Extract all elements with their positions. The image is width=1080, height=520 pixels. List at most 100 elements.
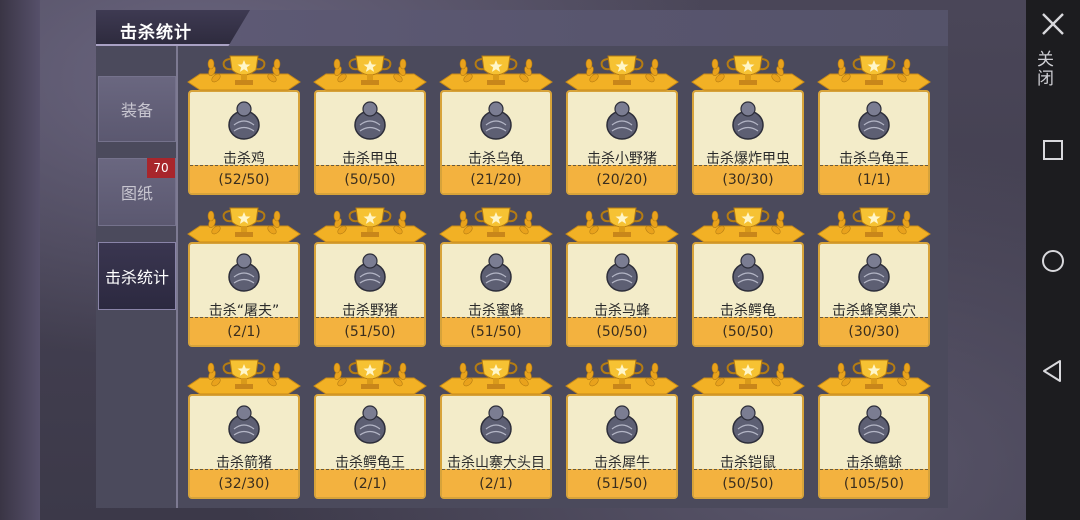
kill-stat-card: 击杀乌龟 (21/20) xyxy=(438,52,554,198)
card-progress: (2/1) xyxy=(442,469,550,497)
kill-stat-card: 击杀蟾蜍 (105/50) xyxy=(816,356,932,502)
back-button[interactable] xyxy=(1026,358,1080,384)
card-progress: (2/1) xyxy=(316,469,424,497)
card-progress: (30/30) xyxy=(820,317,928,345)
trophy-icon xyxy=(817,207,931,243)
trophy-banner xyxy=(816,356,932,400)
sidebar-tab-kill-stats[interactable]: 击杀统计 xyxy=(98,242,176,310)
hive-icon xyxy=(850,249,898,297)
card-body: 击杀山寨大头目 (2/1) xyxy=(440,394,552,499)
toad-icon xyxy=(850,401,898,449)
trophy-banner xyxy=(186,356,302,400)
butcher-icon xyxy=(220,249,268,297)
trophy-icon xyxy=(439,359,553,395)
card-body: 击杀马蜂 (50/50) xyxy=(566,242,678,347)
card-body: 击杀野猪 (51/50) xyxy=(314,242,426,347)
beetle-icon xyxy=(346,97,394,145)
sidebar-tab-label: 装备 xyxy=(120,101,153,120)
trophy-banner xyxy=(690,52,806,96)
kill-stat-card: 击杀蜂窝巢穴 (30/30) xyxy=(816,204,932,350)
snapping-turtle-icon xyxy=(724,249,772,297)
trophy-banner xyxy=(690,204,806,248)
kill-stats-grid: 击杀鸡 (52/50) 击杀甲虫 (50/50) 击杀乌龟 (21/20) 击杀… xyxy=(186,52,942,502)
card-body: 击杀鸡 (52/50) xyxy=(188,90,300,195)
trophy-banner xyxy=(564,204,680,248)
card-body: 击杀鳄龟 (50/50) xyxy=(692,242,804,347)
kill-stat-card: 击杀鳄龟王 (2/1) xyxy=(312,356,428,502)
back-triangle-icon xyxy=(1043,360,1061,382)
piglet-icon xyxy=(598,97,646,145)
trophy-banner xyxy=(564,356,680,400)
trophy-icon xyxy=(313,55,427,91)
circle-icon xyxy=(1042,250,1064,272)
close-icon xyxy=(1042,13,1064,35)
background-edge xyxy=(0,0,40,520)
card-body: 击杀爆炸甲虫 (30/30) xyxy=(692,90,804,195)
trophy-icon xyxy=(565,359,679,395)
trophy-banner xyxy=(312,204,428,248)
trophy-banner xyxy=(186,204,302,248)
trophy-icon xyxy=(187,359,301,395)
trophy-icon xyxy=(565,55,679,91)
card-body: 击杀蟾蜍 (105/50) xyxy=(818,394,930,499)
trophy-banner xyxy=(438,204,554,248)
bandit-chief-icon xyxy=(472,401,520,449)
explosive-beetle-icon xyxy=(724,97,772,145)
kill-stat-card: 击杀鸡 (52/50) xyxy=(186,52,302,198)
trophy-icon xyxy=(313,207,427,243)
trophy-banner xyxy=(438,52,554,96)
kill-stat-card: 击杀蜜蜂 (51/50) xyxy=(438,204,554,350)
rhino-icon xyxy=(598,401,646,449)
trophy-banner xyxy=(816,204,932,248)
card-body: 击杀小野猪 (20/20) xyxy=(566,90,678,195)
close-button[interactable] xyxy=(1026,10,1080,38)
trophy-banner xyxy=(186,52,302,96)
card-progress: (21/20) xyxy=(442,165,550,193)
card-body: 击杀铠鼠 (50/50) xyxy=(692,394,804,499)
sidebar-tab-label: 击杀统计 xyxy=(104,268,169,287)
trophy-icon xyxy=(313,359,427,395)
kill-stat-card: 击杀爆炸甲虫 (30/30) xyxy=(690,52,806,198)
card-body: 击杀乌龟王 (1/1) xyxy=(818,90,930,195)
kill-stat-card: 击杀山寨大头目 (2/1) xyxy=(438,356,554,502)
sidebar-tab-equipment[interactable]: 装备 xyxy=(98,76,176,142)
card-progress: (50/50) xyxy=(694,469,802,497)
kill-stat-card: 击杀“屠夫” (2/1) xyxy=(186,204,302,350)
card-progress: (30/30) xyxy=(694,165,802,193)
kill-stat-card: 击杀鳄龟 (50/50) xyxy=(690,204,806,350)
card-body: 击杀甲虫 (50/50) xyxy=(314,90,426,195)
trophy-banner xyxy=(564,52,680,96)
trophy-icon xyxy=(439,55,553,91)
wasp-icon xyxy=(598,249,646,297)
kill-stat-card: 击杀铠鼠 (50/50) xyxy=(690,356,806,502)
card-progress: (50/50) xyxy=(694,317,802,345)
kill-stat-card: 击杀乌龟王 (1/1) xyxy=(816,52,932,198)
card-body: 击杀蜂窝巢穴 (30/30) xyxy=(818,242,930,347)
card-body: 击杀鳄龟王 (2/1) xyxy=(314,394,426,499)
card-progress: (50/50) xyxy=(568,317,676,345)
close-label: 关闭 xyxy=(1033,50,1053,88)
card-progress: (2/1) xyxy=(190,317,298,345)
kill-stat-card: 击杀箭猪 (32/30) xyxy=(186,356,302,502)
card-progress: (50/50) xyxy=(316,165,424,193)
home-button[interactable] xyxy=(1026,248,1080,274)
trophy-icon xyxy=(817,55,931,91)
card-progress: (105/50) xyxy=(820,469,928,497)
trophy-icon xyxy=(565,207,679,243)
card-body: 击杀“屠夫” (2/1) xyxy=(188,242,300,347)
trophy-icon xyxy=(691,207,805,243)
sidebar-tab-label: 图纸 xyxy=(120,184,153,203)
recents-button[interactable] xyxy=(1026,138,1080,162)
porcupine-icon xyxy=(220,401,268,449)
trophy-icon xyxy=(187,207,301,243)
kill-stat-card: 击杀小野猪 (20/20) xyxy=(564,52,680,198)
kill-stat-card: 击杀野猪 (51/50) xyxy=(312,204,428,350)
card-body: 击杀乌龟 (21/20) xyxy=(440,90,552,195)
trophy-icon xyxy=(187,55,301,91)
card-progress: (51/50) xyxy=(568,469,676,497)
chicken-icon xyxy=(220,97,268,145)
trophy-banner xyxy=(312,52,428,96)
blueprint-count-badge: 70 xyxy=(147,158,175,178)
trophy-icon xyxy=(439,207,553,243)
trophy-icon xyxy=(691,55,805,91)
